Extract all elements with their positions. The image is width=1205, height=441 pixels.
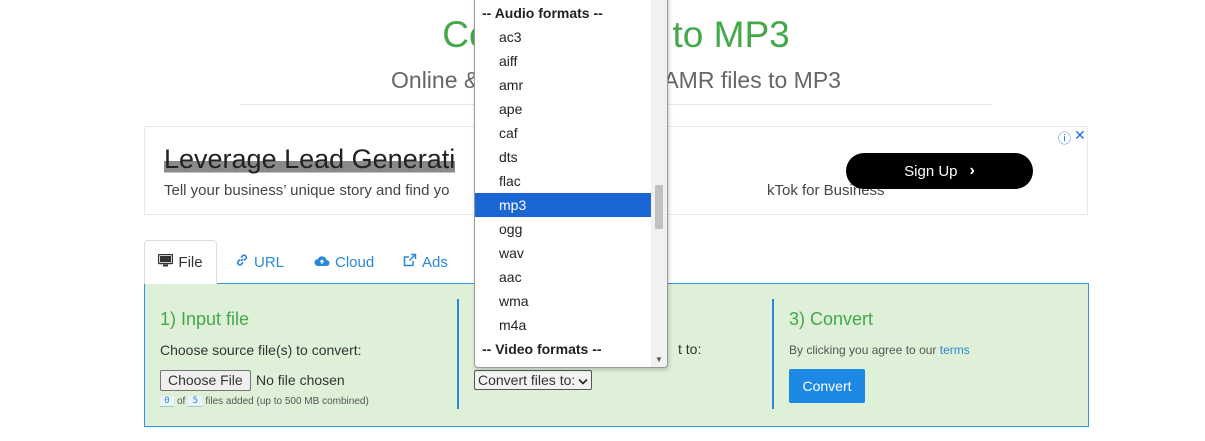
option-amv[interactable]: amv bbox=[475, 361, 651, 367]
scroll-down-arrow-icon[interactable]: ▼ bbox=[655, 355, 663, 364]
step2-label: t to: bbox=[678, 341, 702, 357]
convert-button[interactable]: Convert bbox=[789, 369, 865, 403]
dropdown-scrollbar[interactable]: ▼ bbox=[651, 0, 667, 367]
option-caf[interactable]: caf bbox=[475, 121, 651, 145]
option-dts[interactable]: dts bbox=[475, 145, 651, 169]
format-options: -- Audio formats -- ac3 aiff amr ape caf… bbox=[475, 1, 651, 367]
files-max: 5 bbox=[188, 396, 203, 407]
terms-agreement-text: By clicking you agree to our bbox=[789, 343, 937, 357]
cloud-icon bbox=[314, 254, 330, 271]
format-dropdown-list[interactable]: -- Audio formats -- ac3 aiff amr ape caf… bbox=[474, 0, 668, 368]
video-formats-group: -- Video formats -- bbox=[482, 341, 602, 357]
audio-formats-group: -- Audio formats -- bbox=[482, 5, 603, 21]
no-file-text: No file chosen bbox=[256, 372, 345, 388]
step1-prompt: Choose source file(s) to convert: bbox=[160, 342, 362, 358]
option-aiff[interactable]: aiff bbox=[475, 49, 651, 73]
external-link-icon bbox=[403, 253, 417, 271]
tab-ads-label: Ads bbox=[422, 253, 448, 271]
tab-file-label: File bbox=[178, 254, 203, 271]
files-count: 0 bbox=[160, 396, 174, 407]
chevron-down-icon bbox=[578, 371, 588, 389]
option-mp3[interactable]: mp3 bbox=[475, 193, 651, 217]
option-m4a[interactable]: m4a bbox=[475, 313, 651, 337]
ad-headline[interactable]: Leverage Lead Generati bbox=[164, 144, 456, 175]
monitor-icon bbox=[158, 253, 174, 271]
option-wma[interactable]: wma bbox=[475, 289, 651, 313]
step-divider bbox=[457, 299, 459, 409]
ad-signup-button[interactable]: Sign Up › bbox=[846, 153, 1033, 189]
tab-cloud-label: Cloud bbox=[335, 253, 375, 271]
terms-link[interactable]: terms bbox=[940, 343, 970, 357]
link-icon bbox=[235, 253, 249, 271]
tab-file[interactable]: File bbox=[144, 240, 217, 284]
files-of: of bbox=[177, 396, 186, 407]
chevron-right-icon: › bbox=[969, 162, 975, 179]
option-amr[interactable]: amr bbox=[475, 73, 651, 97]
step-divider bbox=[772, 299, 774, 409]
step3-title: 3) Convert bbox=[789, 309, 874, 329]
files-note: files added (up to 500 MB combined) bbox=[205, 396, 369, 407]
tab-url[interactable]: URL bbox=[235, 240, 284, 284]
info-icon[interactable]: ⓘ bbox=[1058, 128, 1071, 147]
option-flac[interactable]: flac bbox=[475, 169, 651, 193]
option-wav[interactable]: wav bbox=[475, 241, 651, 265]
tab-url-label: URL bbox=[254, 253, 285, 271]
tab-ads[interactable]: Ads bbox=[403, 240, 448, 284]
step1-title: 1) Input file bbox=[160, 309, 250, 329]
output-format-select[interactable]: Convert files to: bbox=[474, 370, 593, 390]
option-aac[interactable]: aac bbox=[475, 265, 651, 289]
ad-body-text[interactable]: Tell your business’ unique story and fin… bbox=[164, 182, 449, 199]
option-ac3[interactable]: ac3 bbox=[475, 25, 651, 49]
files-added-counter: 0 of 5 files added (up to 500 MB combine… bbox=[160, 396, 369, 407]
close-icon[interactable]: ✕ bbox=[1074, 127, 1086, 144]
tab-cloud[interactable]: Cloud bbox=[314, 240, 374, 284]
choose-file-button[interactable]: Choose File bbox=[160, 370, 251, 391]
output-format-select-value: Convert files to: bbox=[478, 372, 576, 388]
terms-agreement: By clicking you agree to our terms bbox=[789, 343, 970, 357]
option-ape[interactable]: ape bbox=[475, 97, 651, 121]
option-ogg[interactable]: ogg bbox=[475, 217, 651, 241]
dropdown-scrollbar-thumb[interactable] bbox=[655, 185, 663, 229]
ad-signup-label: Sign Up bbox=[904, 162, 958, 180]
